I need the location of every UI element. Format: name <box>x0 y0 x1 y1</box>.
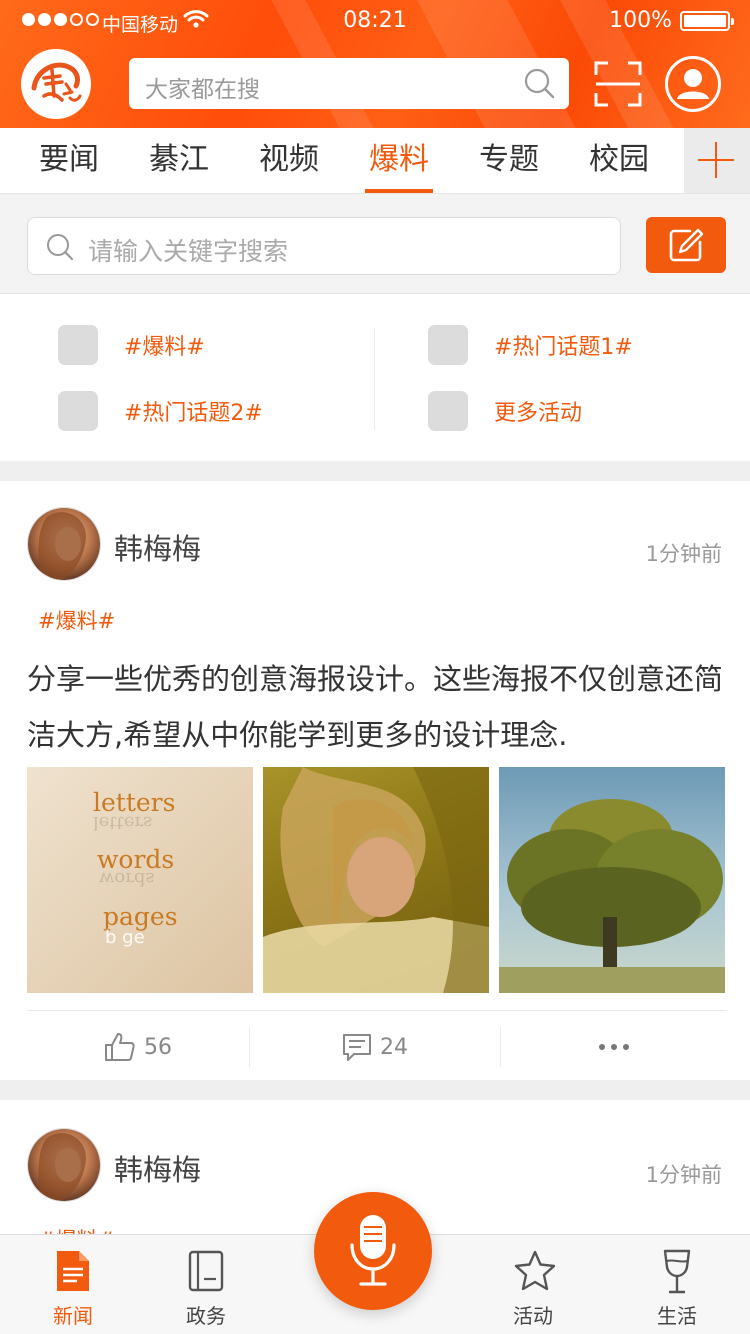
tab-campus[interactable]: 校园 <box>564 128 674 194</box>
like-count: 56 <box>144 1034 172 1060</box>
header-search-placeholder: 大家都在搜 <box>145 77 260 103</box>
bottom-tab-label: 新闻 <box>53 1304 93 1328</box>
topic-thumbnail <box>428 391 468 431</box>
search-icon <box>523 67 557 105</box>
bottom-tab-activities[interactable]: 活动 <box>473 1235 593 1334</box>
keyword-search-placeholder: 请输入关键字搜索 <box>88 237 289 266</box>
tab-baoliao[interactable]: 爆料 <box>344 128 454 194</box>
user-profile-button[interactable] <box>665 56 721 112</box>
calligraphy-logo-icon <box>31 62 82 102</box>
post-author[interactable]: 韩梅梅 <box>114 1147 201 1189</box>
post-image[interactable] <box>263 767 489 993</box>
keyword-search-row: 请输入关键字搜索 <box>0 194 750 294</box>
post-image[interactable]: letters letters words words pages b ge <box>27 767 253 993</box>
svg-text:b ge: b ge <box>105 927 145 948</box>
voice-input-button[interactable] <box>314 1192 432 1310</box>
svg-text:words: words <box>99 868 155 889</box>
tab-news[interactable]: 要闻 <box>14 128 124 194</box>
bottom-tab-government[interactable]: 政务 <box>146 1235 266 1334</box>
post-card[interactable]: 韩梅梅 1分钟前 #爆料# 分享一些优秀的创意海报设计。这些海报不仅创意还简洁大… <box>0 481 750 1080</box>
wine-glass-icon <box>657 1249 697 1294</box>
bottom-tab-news[interactable]: 新闻 <box>13 1235 133 1334</box>
post-text: 分享一些优秀的创意海报设计。这些海报不仅创意还简洁大方,希望从中你能学到更多的设… <box>27 662 724 752</box>
avatar[interactable] <box>27 1128 101 1202</box>
keyword-search-input[interactable]: 请输入关键字搜索 <box>27 217 621 275</box>
post-time: 1分钟前 <box>645 1163 722 1187</box>
news-icon <box>53 1249 93 1293</box>
thumbs-up-icon <box>105 1033 135 1061</box>
comment-icon <box>343 1034 371 1061</box>
topic-grid: #爆料# #热门话题1# #热门话题2# 更多活动 <box>0 295 750 461</box>
post-actions: 56 24 <box>27 1010 727 1082</box>
app-header: 中国移动 08:21 100% 大家都在搜 <box>0 0 750 128</box>
comment-button[interactable]: 24 <box>250 1011 500 1083</box>
portrait-photo-image <box>263 767 489 993</box>
add-channel-button[interactable] <box>684 128 750 193</box>
like-button[interactable]: 56 <box>27 1011 249 1083</box>
post-author[interactable]: 韩梅梅 <box>114 526 201 568</box>
topic-item[interactable]: #爆料# <box>58 325 205 365</box>
header-search-bar[interactable]: 大家都在搜 <box>129 58 569 109</box>
battery-percent: 100% <box>609 8 672 33</box>
tab-video[interactable]: 视频 <box>234 128 344 194</box>
post-time: 1分钟前 <box>645 542 722 566</box>
svg-text:letters: letters <box>93 812 152 833</box>
edit-icon <box>669 228 704 262</box>
bottom-tab-label: 活动 <box>513 1304 553 1328</box>
channel-tabs: 要闻 綦江 视频 爆料 专题 校园 <box>0 128 750 194</box>
letters-poster-image: letters letters words words pages b ge <box>93 788 178 948</box>
avatar[interactable] <box>27 507 101 581</box>
book-icon <box>186 1249 226 1293</box>
more-dots-icon <box>599 1044 629 1050</box>
user-icon <box>677 69 709 99</box>
bottom-tab-label: 生活 <box>657 1304 697 1328</box>
compose-post-button[interactable] <box>646 217 726 273</box>
bottom-tab-life[interactable]: 生活 <box>617 1235 737 1334</box>
comment-count: 24 <box>380 1034 408 1060</box>
topic-thumbnail <box>58 391 98 431</box>
scan-button[interactable] <box>594 61 642 107</box>
post-image-grid: letters letters words words pages b ge <box>27 767 727 993</box>
topic-item[interactable]: #热门话题2# <box>58 391 263 431</box>
topic-label: #热门话题1# <box>494 335 633 360</box>
topic-label: 更多活动 <box>494 401 583 426</box>
star-icon <box>513 1249 556 1293</box>
tab-topics[interactable]: 专题 <box>454 128 564 194</box>
more-activities-link[interactable]: 更多活动 <box>428 391 582 431</box>
tree-photo-image <box>499 799 725 993</box>
topic-divider <box>374 328 375 430</box>
section-divider <box>0 461 750 481</box>
search-icon <box>45 232 75 266</box>
more-options-button[interactable] <box>501 1011 727 1083</box>
post-tag[interactable]: #爆料# <box>38 605 115 635</box>
tab-qijiang[interactable]: 綦江 <box>124 128 234 194</box>
topic-label: #热门话题2# <box>124 401 263 426</box>
status-bar: 中国移动 08:21 100% <box>0 0 750 42</box>
microphone-icon <box>350 1215 396 1286</box>
topic-label: #爆料# <box>124 335 205 360</box>
app-logo[interactable] <box>21 49 91 119</box>
scan-icon <box>594 61 642 107</box>
bottom-tab-label: 政务 <box>186 1304 226 1328</box>
topic-item[interactable]: #热门话题1# <box>428 325 633 365</box>
battery-icon <box>680 11 734 31</box>
topic-thumbnail <box>428 325 468 365</box>
section-divider <box>0 1080 750 1100</box>
post-tag[interactable]: #爆料# <box>38 1224 115 1234</box>
post-image[interactable] <box>499 767 725 993</box>
topic-thumbnail <box>58 325 98 365</box>
